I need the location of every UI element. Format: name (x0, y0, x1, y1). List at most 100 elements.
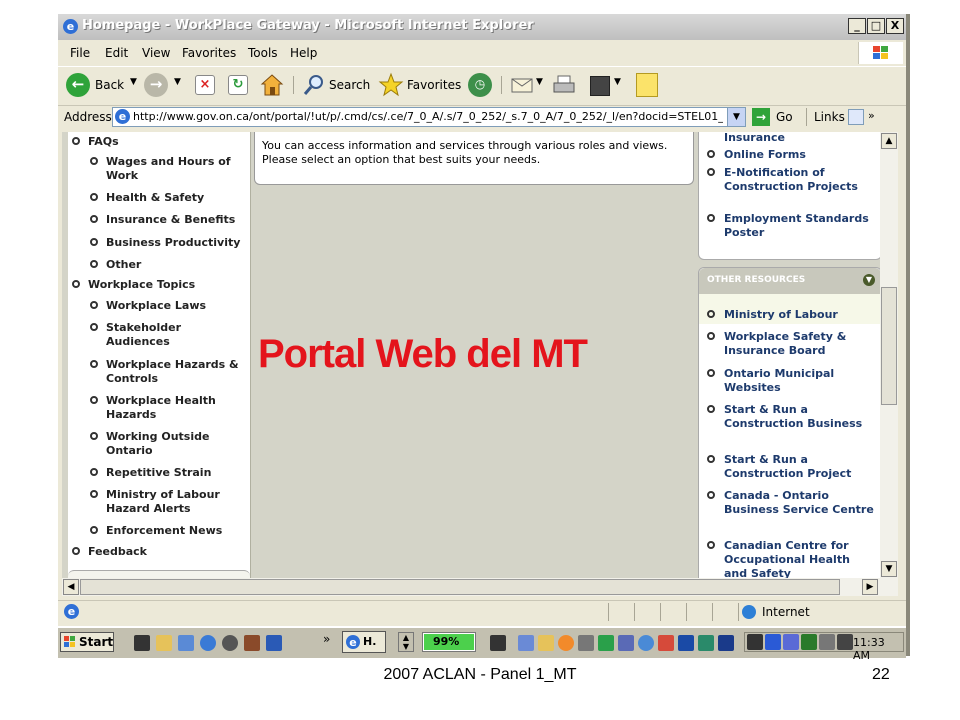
tray-monitor-icon[interactable] (618, 635, 634, 651)
start-button[interactable]: Start (60, 632, 114, 652)
scroll-down-button[interactable]: ▼ (881, 561, 897, 577)
volume-spinner-icon[interactable]: ▲ ▼ (398, 632, 414, 652)
power-plug-icon[interactable] (490, 635, 506, 651)
nav-link-insurance[interactable]: Insurance & Benefits (106, 213, 246, 227)
favorites-star-icon[interactable] (378, 72, 404, 98)
right-link-e-notification[interactable]: E-Notification of Construction Projects (724, 166, 874, 194)
menu-edit[interactable]: Edit (105, 46, 128, 60)
edit-icon[interactable] (590, 76, 610, 96)
right-link-employment-poster[interactable]: Employment Standards Poster (724, 212, 874, 240)
quicklaunch-desktop-icon[interactable] (244, 635, 260, 651)
forward-dropdown-icon[interactable]: ▼ (174, 77, 181, 87)
links-more-glyph[interactable]: » (868, 109, 875, 122)
discuss-note-icon[interactable] (636, 73, 658, 97)
scroll-right-button[interactable]: ▶ (862, 579, 878, 595)
quicklaunch-folder-icon[interactable] (156, 635, 172, 651)
nav-link-outside-ontario[interactable]: Working Outside Ontario (106, 430, 246, 458)
vertical-scrollbar[interactable]: ▲ ▼ (880, 132, 898, 578)
horizontal-scrollbar[interactable]: ◀ ▶ (62, 578, 898, 596)
scroll-thumb[interactable] (881, 287, 897, 405)
tray-network-icon[interactable] (578, 635, 594, 651)
nav-link-hazards-controls[interactable]: Workplace Hazards & Controls (106, 358, 248, 386)
search-button-label[interactable]: Search (329, 78, 370, 92)
nav-link-hazard-alerts[interactable]: Ministry of Labour Hazard Alerts (106, 488, 246, 516)
go-arrow-icon[interactable]: → (752, 108, 770, 126)
minimize-button[interactable]: _ (848, 18, 866, 34)
tray-player-icon[interactable] (678, 635, 694, 651)
back-dropdown-icon[interactable]: ▼ (130, 77, 137, 87)
forward-arrow-icon[interactable]: → (144, 73, 168, 97)
tray-clock-icon[interactable] (558, 635, 574, 651)
nav-link-stakeholder[interactable]: Stakeholder Audiences (106, 321, 246, 349)
hscroll-thumb[interactable] (80, 579, 840, 595)
history-icon[interactable]: ◷ (468, 73, 492, 97)
nav-link-feedback[interactable]: Feedback (88, 545, 248, 559)
links-label[interactable]: Links (814, 110, 845, 124)
tray-display-icon[interactable] (819, 634, 835, 650)
nav-link-health-safety[interactable]: Health & Safety (106, 191, 246, 205)
quicklaunch-ie-icon[interactable] (200, 635, 216, 651)
menu-favorites[interactable]: Favorites (182, 46, 236, 60)
quicklaunch-more-glyph[interactable]: » (323, 632, 330, 646)
menu-tools[interactable]: Tools (248, 46, 278, 60)
back-button-label[interactable]: Back (95, 78, 124, 92)
menu-help[interactable]: Help (290, 46, 317, 60)
address-dropdown-icon[interactable]: ▼ (727, 108, 745, 126)
tray-update-icon[interactable] (698, 635, 714, 651)
search-icon[interactable] (302, 73, 326, 97)
right-link-online-forms[interactable]: Online Forms (724, 148, 874, 162)
resource-link-ccohs[interactable]: Canadian Centre for Occupational Health … (724, 539, 874, 578)
resource-link-ministry-labour[interactable]: Ministry of Labour (724, 308, 874, 322)
address-input[interactable]: e http://www.gov.on.ca/ont/portal/!ut/p/… (112, 107, 746, 127)
tray-shield-icon[interactable] (658, 635, 674, 651)
nav-link-repetitive-strain[interactable]: Repetitive Strain (106, 466, 246, 480)
go-button-label[interactable]: Go (776, 110, 793, 124)
nav-link-productivity[interactable]: Business Productivity (106, 236, 248, 250)
close-button[interactable]: X (886, 18, 904, 34)
maximize-button[interactable]: □ (867, 18, 885, 34)
tray-grid-icon[interactable] (837, 634, 853, 650)
menu-view[interactable]: View (142, 46, 170, 60)
menu-file[interactable]: File (70, 46, 90, 60)
tray-tools-icon[interactable] (598, 635, 614, 651)
tray-sync-icon[interactable] (801, 634, 817, 650)
resource-link-construction-business[interactable]: Start & Run a Construction Business (724, 403, 874, 431)
url-text[interactable]: http://www.gov.on.ca/ont/portal/!ut/p/.c… (133, 110, 723, 123)
quicklaunch-word-icon[interactable] (266, 635, 282, 651)
title-bar[interactable]: e Homepage - WorkPlace Gateway - Microso… (58, 14, 906, 40)
nav-link-wages[interactable]: Wages and Hours of Work (106, 155, 246, 183)
tray-globe-icon[interactable] (638, 635, 654, 651)
right-link-insurance-partial[interactable]: Insurance (724, 132, 874, 145)
links-page-icon[interactable] (848, 109, 864, 125)
resource-link-business-service-centre[interactable]: Canada - Ontario Business Service Centre (724, 489, 874, 517)
tray-app-icon[interactable] (518, 635, 534, 651)
mail-icon[interactable] (510, 74, 534, 96)
stop-icon[interactable]: × (195, 75, 215, 95)
nav-link-health-hazards[interactable]: Workplace Health Hazards (106, 394, 246, 422)
nav-link-faqs[interactable]: FAQs (88, 135, 248, 149)
nav-link-enforcement[interactable]: Enforcement News (106, 524, 246, 538)
collapse-toggle-icon[interactable]: ▼ (863, 274, 875, 286)
edit-dropdown-icon[interactable]: ▼ (614, 77, 621, 87)
nav-link-workplace-topics[interactable]: Workplace Topics (88, 278, 248, 292)
tray-mail-icon[interactable] (538, 635, 554, 651)
resource-link-wsib[interactable]: Workplace Safety & Insurance Board (724, 330, 874, 358)
mail-dropdown-icon[interactable]: ▼ (536, 77, 543, 87)
resource-link-municipal[interactable]: Ontario Municipal Websites (724, 367, 874, 395)
favorites-button-label[interactable]: Favorites (407, 78, 461, 92)
tray-square-icon[interactable] (718, 635, 734, 651)
system-clock[interactable]: 11:33 AM (853, 636, 903, 662)
resource-link-construction-project[interactable]: Start & Run a Construction Project (724, 453, 874, 481)
scroll-up-button[interactable]: ▲ (881, 133, 897, 149)
quicklaunch-cmd-icon[interactable] (134, 635, 150, 651)
taskbar-task-ie[interactable]: e H. (342, 631, 386, 653)
tray-antivirus-icon[interactable] (783, 634, 799, 650)
scroll-left-button[interactable]: ◀ (63, 579, 79, 595)
back-arrow-icon[interactable]: ← (66, 73, 90, 97)
tray-speaker-icon[interactable] (747, 634, 763, 650)
refresh-icon[interactable]: ↻ (228, 75, 248, 95)
print-icon[interactable] (552, 74, 576, 96)
tray-network-card-icon[interactable] (765, 634, 781, 650)
quicklaunch-media-icon[interactable] (222, 635, 238, 651)
nav-link-workplace-laws[interactable]: Workplace Laws (106, 299, 246, 313)
